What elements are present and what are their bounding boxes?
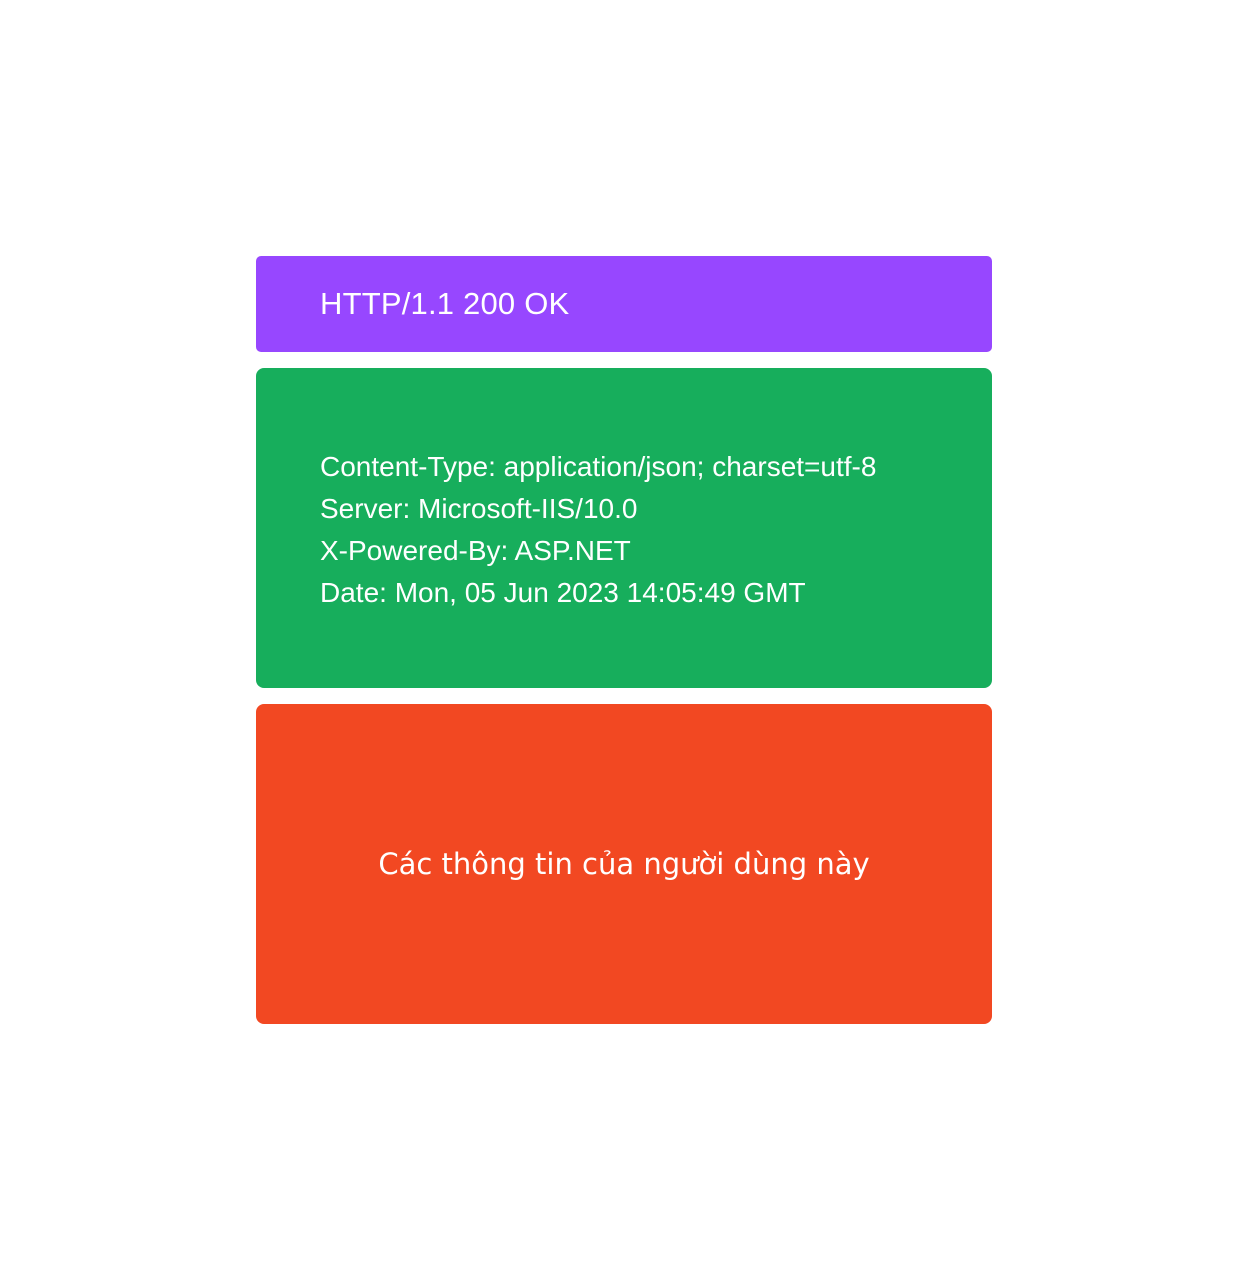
body-text: Các thông tin của người dùng này bbox=[378, 847, 870, 881]
status-line-text: HTTP/1.1 200 OK bbox=[320, 286, 570, 321]
header-date: Date: Mon, 05 Jun 2023 14:05:49 GMT bbox=[320, 577, 806, 608]
header-server: Server: Microsoft-IIS/10.0 bbox=[320, 493, 638, 524]
header-content-type: Content-Type: application/json; charset=… bbox=[320, 451, 877, 482]
status-line-block: HTTP/1.1 200 OK bbox=[256, 256, 992, 352]
headers-block: Content-Type: application/json; charset=… bbox=[256, 368, 992, 688]
body-block: Các thông tin của người dùng này bbox=[256, 704, 992, 1024]
header-x-powered-by: X-Powered-By: ASP.NET bbox=[320, 535, 631, 566]
